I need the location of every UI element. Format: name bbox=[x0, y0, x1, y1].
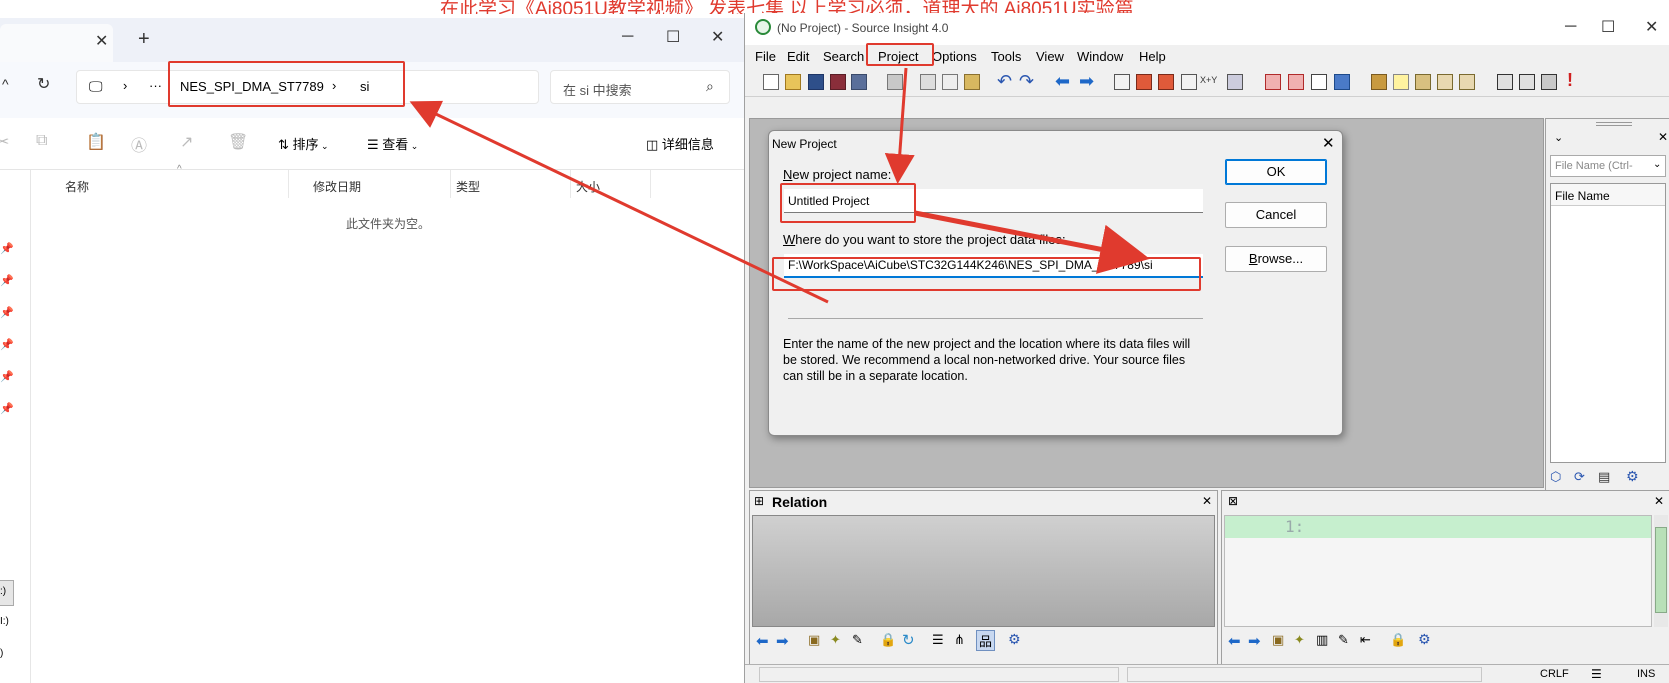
annotation-arrow-to-name bbox=[884, 67, 915, 184]
annotation-arrow-to-location bbox=[914, 210, 1150, 274]
annotation-arrows bbox=[409, 67, 1150, 304]
annotation-arrow-to-breadcrumb bbox=[409, 100, 829, 304]
